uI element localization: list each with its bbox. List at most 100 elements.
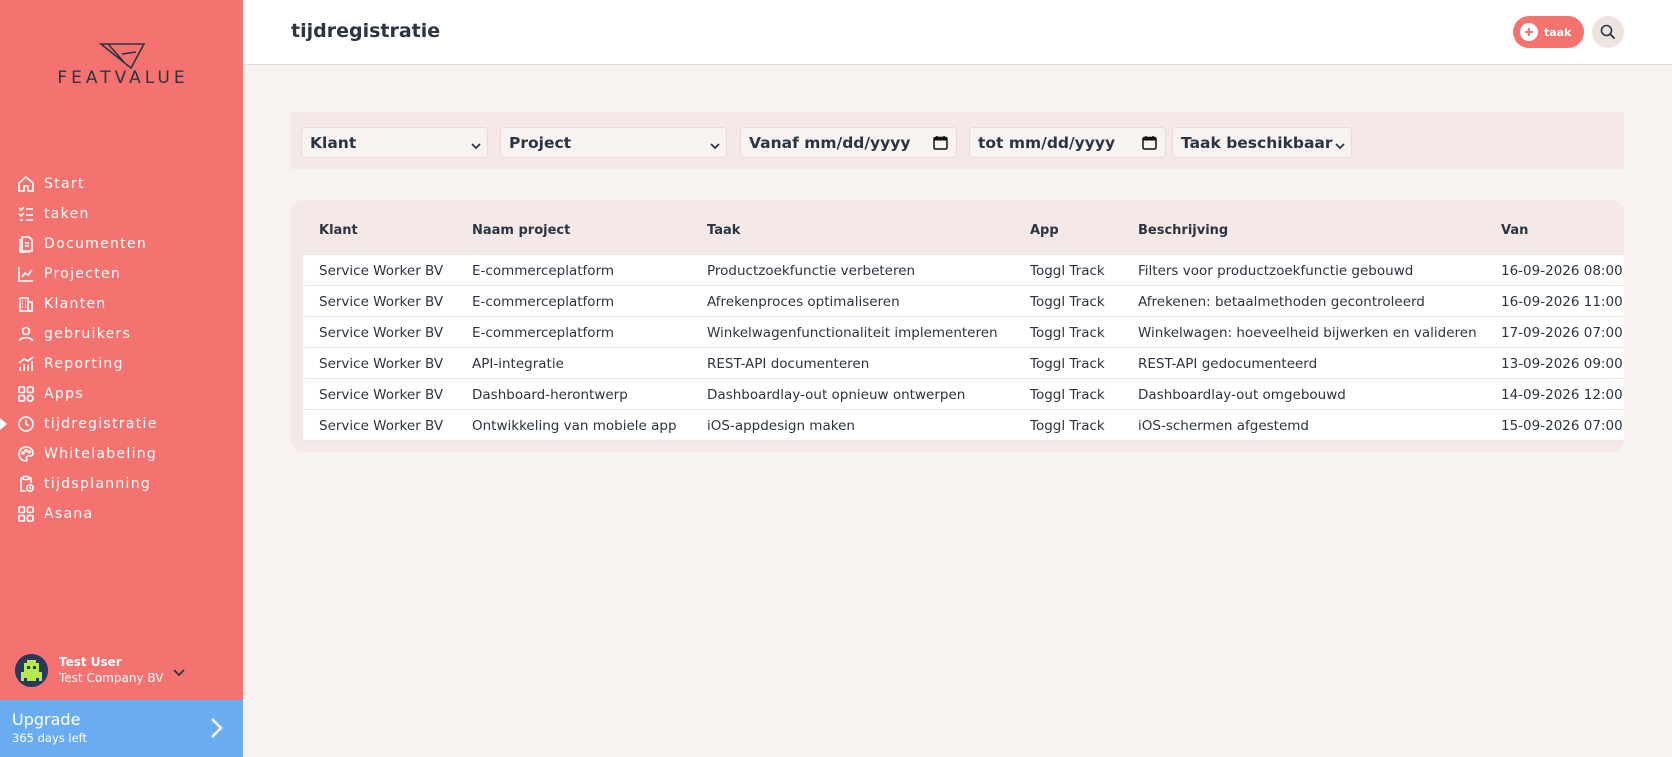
column-header-app[interactable]: App — [1030, 223, 1059, 238]
sidebar-item-tijdregistratie[interactable]: tijdregistratie — [0, 409, 243, 439]
project-select-value: Project — [509, 133, 572, 152]
projects-icon — [17, 265, 35, 283]
sidebar-item-reporting[interactable]: Reporting — [0, 349, 243, 379]
cell-van: 17-09-2026 07:00 — [1501, 325, 1623, 341]
project-select[interactable]: Project — [500, 127, 727, 158]
sidebar-item-gebruikers[interactable]: gebruikers — [0, 319, 243, 349]
featvalue-logo[interactable]: FEATVALUE — [36, 40, 210, 88]
cell-project: API-integratie — [472, 356, 564, 372]
upgrade-banner[interactable]: Upgrade 365 days left — [0, 700, 243, 757]
logo-mark-icon — [98, 43, 146, 70]
sidebar-item-klanten[interactable]: Klanten — [0, 289, 243, 319]
cell-taak: Afrekenproces optimaliseren — [707, 294, 900, 310]
cell-taak: Dashboardlay-out opnieuw ontwerpen — [707, 387, 966, 403]
cell-klant: Service Worker BV — [319, 263, 444, 279]
asana-icon — [17, 505, 35, 523]
filter-bar: Klant Project Vanaf mm/dd/yyyy tot mm/dd… — [291, 112, 1624, 169]
table-row[interactable]: Service Worker BV E-commerceplatform Pro… — [303, 255, 1624, 286]
chevron-down-icon — [710, 137, 720, 155]
sidebar-item-label: Start — [44, 176, 85, 192]
cell-klant: Service Worker BV — [319, 387, 444, 403]
sidebar-item-whitelabeling[interactable]: Whitelabeling — [0, 439, 243, 469]
sidebar-item-label: tijdsplanning — [44, 476, 152, 492]
cell-beschrijving: REST-API gedocumenteerd — [1138, 356, 1318, 372]
upgrade-title: Upgrade — [12, 710, 81, 729]
cell-project: Ontwikkeling van mobiele app — [472, 418, 677, 434]
cell-project: Dashboard-herontwerp — [472, 387, 628, 403]
chevron-down-icon — [471, 137, 481, 155]
user-menu[interactable]: Test User Test Company BV — [15, 650, 225, 690]
sidebar-nav: Start taken Documenten Projecten Klanten… — [0, 169, 243, 529]
avatar — [15, 653, 48, 687]
palette-icon — [17, 445, 35, 463]
from-date-input[interactable]: Vanaf mm/dd/yyyy — [740, 127, 957, 158]
cell-beschrijving: Winkelwagen: hoeveelheid bijwerken en va… — [1138, 325, 1477, 341]
chart-icon — [17, 355, 35, 373]
column-header-van[interactable]: Van — [1501, 223, 1528, 238]
task-available-value: Taak beschikbaar — [1181, 133, 1333, 152]
client-select[interactable]: Klant — [301, 127, 488, 158]
column-header-naam-project[interactable]: Naam project — [472, 223, 570, 238]
sidebar-item-label: Projecten — [44, 266, 122, 282]
table-body: Service Worker BV E-commerceplatform Pro… — [303, 255, 1624, 441]
cell-klant: Service Worker BV — [319, 325, 444, 341]
sidebar-item-asana[interactable]: Asana — [0, 499, 243, 529]
sidebar-item-documenten[interactable]: Documenten — [0, 229, 243, 259]
table-row[interactable]: Service Worker BV E-commerceplatform Win… — [303, 317, 1624, 348]
sidebar-item-taken[interactable]: taken — [0, 199, 243, 229]
calendar-icon[interactable] — [1142, 135, 1157, 154]
cell-project: E-commerceplatform — [472, 263, 615, 279]
time-entries-table: Klant Naam project Taak App Beschrijving… — [291, 200, 1624, 452]
table-row[interactable]: Service Worker BV API-integratie REST-AP… — [303, 348, 1624, 379]
user-name: Test User — [59, 655, 122, 669]
user-icon — [17, 325, 35, 343]
sidebar-item-tijdsplanning[interactable]: tijdsplanning — [0, 469, 243, 499]
cell-app: Toggl Track — [1030, 294, 1105, 310]
cell-klant: Service Worker BV — [319, 418, 444, 434]
column-header-taak[interactable]: Taak — [707, 223, 740, 238]
calendar-icon[interactable] — [933, 135, 948, 154]
cell-beschrijving: iOS-schermen afgestemd — [1138, 418, 1310, 434]
cell-beschrijving: Dashboardlay-out omgebouwd — [1138, 387, 1346, 403]
sidebar-item-label: taken — [44, 206, 90, 222]
sidebar-item-label: Apps — [44, 386, 84, 402]
cell-app: Toggl Track — [1030, 356, 1105, 372]
pixel-avatar-icon — [15, 653, 48, 687]
to-date-input[interactable]: tot mm/dd/yyyy — [969, 127, 1166, 158]
table-row[interactable]: Service Worker BV Dashboard-herontwerp D… — [303, 379, 1624, 410]
upgrade-days-left: 365 days left — [12, 731, 88, 745]
column-header-beschrijving[interactable]: Beschrijving — [1138, 223, 1228, 238]
checklist-icon — [17, 205, 35, 223]
chevron-down-icon — [1335, 137, 1345, 155]
user-company: Test Company BV — [59, 671, 164, 685]
page-title: tijdregistratie — [291, 20, 441, 42]
apps-icon — [17, 385, 35, 403]
sidebar-item-label: Klanten — [44, 296, 107, 312]
sidebar-item-projecten[interactable]: Projecten — [0, 259, 243, 289]
clock-icon — [17, 415, 35, 433]
table-row[interactable]: Service Worker BV E-commerceplatform Afr… — [303, 286, 1624, 317]
home-icon — [17, 175, 35, 193]
cell-app: Toggl Track — [1030, 263, 1105, 279]
sidebar-item-start[interactable]: Start — [0, 169, 243, 199]
cell-taak: Productzoekfunctie verbeteren — [707, 263, 916, 279]
cell-app: Toggl Track — [1030, 325, 1105, 341]
cell-van: 15-09-2026 07:00 — [1501, 418, 1623, 434]
user-info: Test User Test Company BV — [59, 655, 163, 685]
cell-beschrijving: Afrekenen: betaalmethoden gecontroleerd — [1138, 294, 1425, 310]
sidebar-item-apps[interactable]: Apps — [0, 379, 243, 409]
task-available-select[interactable]: Taak beschikbaar — [1172, 127, 1352, 158]
sidebar-item-label: tijdregistratie — [44, 416, 158, 432]
sidebar-item-label: Documenten — [44, 236, 148, 252]
add-task-button[interactable]: taak — [1513, 16, 1584, 48]
cell-klant: Service Worker BV — [319, 356, 444, 372]
column-header-klant[interactable]: Klant — [319, 223, 358, 238]
cell-app: Toggl Track — [1030, 387, 1105, 403]
sidebar-item-label: Reporting — [44, 356, 124, 372]
cell-van: 16-09-2026 11:00 — [1501, 294, 1623, 310]
chevron-down-icon[interactable] — [173, 662, 185, 681]
table-row[interactable]: Service Worker BV Ontwikkeling van mobie… — [303, 410, 1624, 441]
sidebar-item-label: gebruikers — [44, 326, 132, 342]
search-button[interactable] — [1592, 16, 1624, 48]
cell-project: E-commerceplatform — [472, 294, 615, 310]
